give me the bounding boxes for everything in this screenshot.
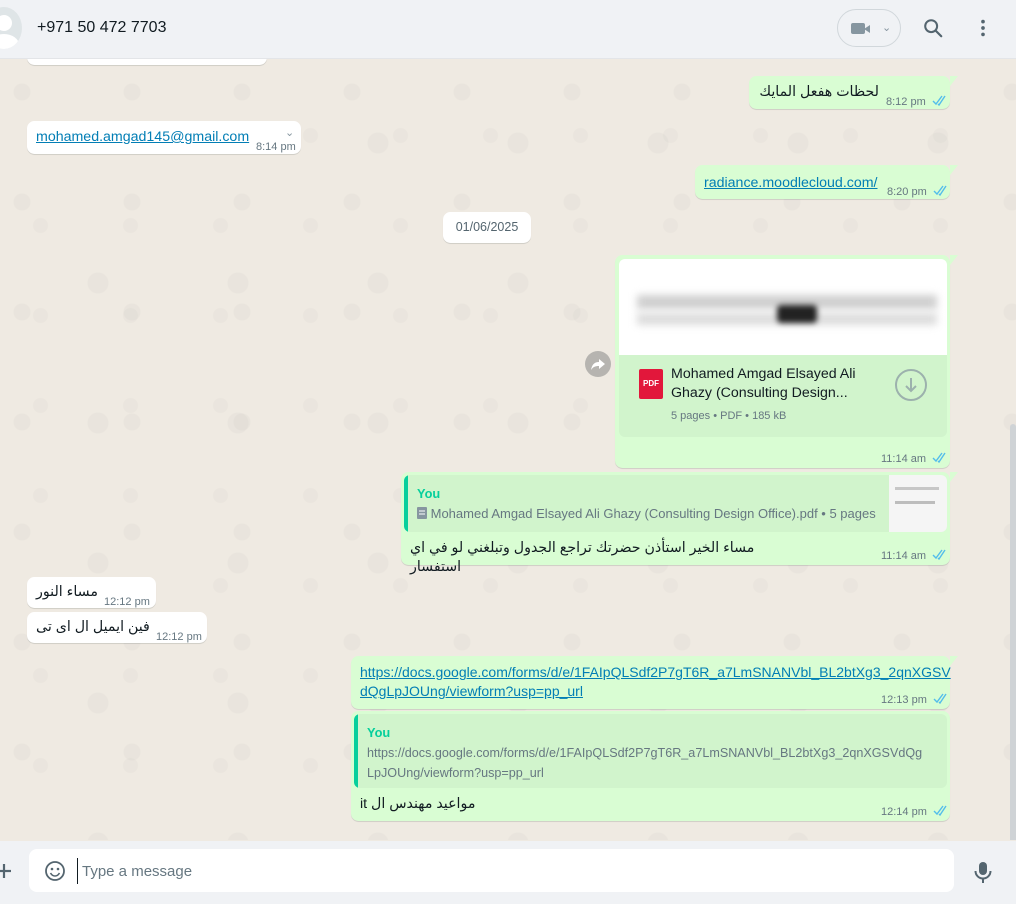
- download-button[interactable]: [895, 369, 927, 401]
- message-bubble-in[interactable]: مساء النور 12:12 pm: [27, 577, 156, 608]
- document-message[interactable]: PDF Mohamed Amgad Elsayed Ali Ghazy (Con…: [615, 255, 958, 469]
- document-icon: [417, 507, 427, 519]
- forward-button[interactable]: [585, 351, 611, 377]
- message-bubble-in[interactable]: فين ايميل ال اى تى 12:12 pm: [27, 612, 207, 643]
- quote-text: https://docs.google.com/forms/d/e/1FAIpQ…: [367, 746, 923, 760]
- url-link-continued[interactable]: dQgLpJOUng/viewform?usp=pp_url: [360, 682, 583, 701]
- message-bubble-out[interactable]: لحظات هفعل المايك 8:12 pm: [749, 76, 958, 112]
- microphone-icon[interactable]: [972, 860, 994, 884]
- read-ticks-icon: [932, 549, 946, 560]
- message-text: مساء النور: [36, 584, 98, 600]
- message-input-box[interactable]: [29, 849, 954, 892]
- forward-icon: [591, 359, 605, 370]
- emoji-icon[interactable]: [43, 859, 67, 883]
- message-time: 8:12 pm: [886, 96, 926, 108]
- quote-text-content: Mohamed Amgad Elsayed Ali Ghazy (Consult…: [430, 506, 876, 521]
- composer-bar: [0, 841, 1016, 904]
- message-bubble-out[interactable]: radiance.moodlecloud.com/ 8:20 pm: [695, 165, 958, 202]
- pdf-icon: PDF: [639, 369, 663, 399]
- message-meta: 8:20 pm: [887, 183, 949, 202]
- download-icon: [905, 378, 917, 393]
- document-preview[interactable]: [619, 259, 947, 356]
- message-time: 12:12 pm: [156, 631, 202, 643]
- message-input[interactable]: [77, 858, 944, 884]
- message-text: فين ايميل ال اى تى: [36, 619, 150, 635]
- read-ticks-icon: [933, 693, 947, 704]
- quoted-message[interactable]: You https://docs.google.com/forms/d/e/1F…: [354, 714, 947, 788]
- message-meta: 11:14 am: [881, 547, 948, 566]
- chat-header: +971 50 472 7703 ⌄: [0, 0, 1016, 59]
- message-text: مواعيد مهندس ال it: [360, 796, 476, 812]
- message-text: مساء الخير استأذن حضرتك تراجع الجدول وتب…: [410, 540, 755, 575]
- message-time: 12:12 pm: [104, 596, 150, 608]
- message-time: 8:20 pm: [887, 186, 927, 198]
- quote-author: You: [417, 486, 441, 501]
- chevron-down-icon: ⌄: [882, 22, 892, 34]
- read-ticks-icon: [933, 805, 947, 816]
- preview-blur: [777, 305, 817, 323]
- document-meta: 5 pages • PDF • 185 kB: [671, 410, 787, 422]
- menu-icon[interactable]: [972, 17, 994, 39]
- quoted-message[interactable]: You Mohamed Amgad Elsayed Ali Ghazy (Con…: [404, 475, 947, 532]
- url-link[interactable]: https://docs.google.com/forms/d/e/1FAIpQ…: [360, 663, 951, 682]
- message-text: لحظات هفعل المايك: [759, 84, 879, 100]
- quote-text-continued: LpJOUng/viewform?usp=pp_url: [367, 766, 544, 780]
- quote-author: You: [367, 725, 391, 740]
- date-divider: 01/06/2025: [443, 212, 531, 243]
- search-icon[interactable]: [922, 17, 944, 39]
- chevron-down-icon[interactable]: ⌄: [285, 124, 294, 143]
- contact-name[interactable]: +971 50 472 7703: [37, 19, 166, 37]
- message-meta: 12:14 pm: [881, 803, 949, 822]
- video-camera-icon: [851, 23, 870, 34]
- url-link[interactable]: radiance.moodlecloud.com/: [704, 174, 878, 193]
- message-bubble-in[interactable]: mohamed.amgad145@gmail.com 8:14 pm ⌄: [27, 121, 301, 154]
- message-meta: 11:14 am: [881, 450, 948, 469]
- chat-panel[interactable]: لحظات هفعل المايك 8:12 pm mohamed.amgad1…: [0, 59, 1016, 840]
- chat-scrollbar[interactable]: [1010, 424, 1016, 840]
- quote-text: Mohamed Amgad Elsayed Ali Ghazy (Consult…: [417, 504, 876, 524]
- document-info[interactable]: PDF Mohamed Amgad Elsayed Ali Ghazy (Con…: [619, 355, 947, 437]
- reply-message[interactable]: You https://docs.google.com/forms/d/e/1F…: [351, 711, 950, 821]
- message-bubble-out[interactable]: https://docs.google.com/forms/d/e/1FAIpQ…: [351, 656, 958, 710]
- message-time: 12:14 pm: [881, 806, 927, 818]
- message-meta: 12:13 pm: [881, 691, 949, 710]
- message-bubble-partial: [27, 59, 267, 65]
- contact-avatar[interactable]: [0, 7, 22, 49]
- video-call-button[interactable]: ⌄: [837, 9, 901, 47]
- email-link[interactable]: mohamed.amgad145@gmail.com: [36, 128, 249, 147]
- reply-message[interactable]: You Mohamed Amgad Elsayed Ali Ghazy (Con…: [401, 472, 958, 575]
- attach-plus-icon[interactable]: [0, 861, 14, 881]
- quote-accent: [404, 475, 408, 532]
- quote-accent: [354, 714, 358, 788]
- message-meta: 8:12 pm: [886, 93, 948, 112]
- message-time: 12:13 pm: [881, 694, 927, 706]
- message-time: 11:14 am: [881, 453, 927, 465]
- document-title: Mohamed Amgad Elsayed Ali Ghazy (Consult…: [671, 366, 856, 401]
- read-ticks-icon: [932, 95, 946, 106]
- read-ticks-icon: [932, 452, 946, 463]
- message-time: 11:14 am: [881, 550, 927, 562]
- quote-thumbnail: [889, 475, 947, 532]
- read-ticks-icon: [933, 185, 947, 196]
